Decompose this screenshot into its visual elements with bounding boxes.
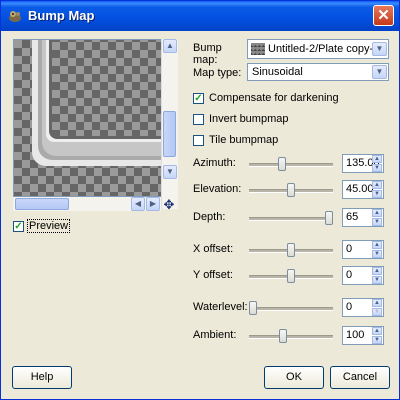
arrow-up-icon: ▲ [166,41,174,50]
preview-checkbox[interactable]: ✓ [13,220,24,232]
ambient-slider-track[interactable] [249,335,333,339]
depth-slider-handle[interactable] [325,211,333,225]
depth-value: 65 [346,211,359,223]
map-type-dropdown-button[interactable]: ▼ [372,65,387,79]
compensate-label: Compensate for darkening [209,92,339,104]
spin-down-icon[interactable]: ▼ [372,336,382,344]
spin-down-icon[interactable]: ▼ [372,190,382,198]
bump-map-dropdown-button[interactable]: ▼ [372,42,387,56]
spin-up-icon[interactable]: ▲ [372,267,382,275]
spin-up-icon[interactable]: ▲ [372,241,382,249]
bump-map-select[interactable]: Untitled-2/Plate copy-88 ▼ [247,39,389,59]
azimuth-label: Azimuth: [193,157,236,169]
window-title: Bump Map [28,8,95,23]
vertical-scroll-thumb[interactable] [163,111,176,157]
map-type-select[interactable]: Sinusoidal ▼ [247,63,389,81]
preview-vertical-scrollbar[interactable]: ▲ ▼ [161,39,178,209]
preview-image-inner [52,40,165,136]
waterlevel-label: Waterlevel: [193,301,248,313]
azimuth-spinbutton[interactable]: 135.00 ▲ ▼ [342,154,384,173]
gimp-icon [9,11,21,22]
dialog-body: ▲ ▼ ◀ ▶ ✥ ✓ Preview Bump map: Untitled-2… [4,31,396,397]
help-button[interactable]: Help [12,366,72,389]
bump-map-row: Bump map: [193,42,249,66]
x_offset-label: X offset: [193,243,234,255]
x_offset-spinbutton[interactable]: 0 ▲ ▼ [342,240,384,259]
horizontal-scroll-thumb[interactable] [15,198,69,210]
ambient-slider-handle[interactable] [279,329,288,343]
preview-toggle[interactable]: ✓ Preview [13,219,71,233]
elevation-label: Elevation: [193,183,242,195]
arrow-down-icon: ▼ [166,167,174,176]
depth-spinbutton[interactable]: 65 ▲ ▼ [342,208,384,227]
spin-down-icon[interactable]: ▼ [372,276,382,284]
map-type-label: Map type: [193,67,242,79]
y_offset-spinbutton[interactable]: 0 ▲ ▼ [342,266,384,285]
spin-up-icon[interactable]: ▲ [372,299,382,307]
y_offset-label: Y offset: [193,269,233,281]
azimuth-slider-handle[interactable] [277,157,286,171]
cancel-button[interactable]: Cancel [330,366,390,389]
azimuth-slider-track[interactable] [249,163,333,167]
spin-down-icon[interactable]: ▼ [372,164,382,172]
close-icon: ✕ [377,7,390,24]
ok-button[interactable]: OK [264,366,324,389]
chevron-down-icon: ▼ [375,44,384,53]
tile-option[interactable]: Tile bumpmap [193,134,278,146]
bump-map-label: Bump map: [193,42,222,66]
spin-down-icon[interactable]: ▼ [372,250,382,258]
depth-slider-track[interactable] [249,217,333,221]
spin-down-icon[interactable]: ▼ [372,308,382,316]
bump-map-dialog: Bump Map ✕ ▲ ▼ ◀ ▶ ✥ ✓ Preview Bump map: [0,0,400,400]
title-bar[interactable]: Bump Map ✕ [1,1,399,31]
ambient-spinbutton[interactable]: 100 ▲ ▼ [342,326,384,345]
depth-label: Depth: [193,211,226,223]
scroll-down-button[interactable]: ▼ [163,165,177,179]
spin-up-icon[interactable]: ▲ [372,181,382,189]
spin-up-icon[interactable]: ▲ [372,209,382,217]
bump-map-value: Untitled-2/Plate copy-88 [268,43,386,55]
invert-checkbox[interactable] [193,113,204,125]
tile-checkbox[interactable] [193,134,204,146]
invert-label: Invert bumpmap [209,113,289,125]
compensate-checkbox[interactable]: ✓ [193,92,204,104]
x_offset-slider-handle[interactable] [287,243,295,257]
spin-up-icon[interactable]: ▲ [372,327,382,335]
waterlevel-value: 0 [346,301,353,313]
tile-label: Tile bumpmap [209,134,279,146]
waterlevel-slider-handle[interactable] [249,301,257,315]
scroll-up-button[interactable]: ▲ [163,39,177,53]
preview-label: Preview [27,219,71,233]
spin-down-icon[interactable]: ▼ [372,218,382,226]
ambient-value: 100 [346,329,365,341]
preview-horizontal-scrollbar[interactable]: ◀ ▶ [13,197,161,211]
spin-up-icon[interactable]: ▲ [372,155,382,163]
arrow-left-icon: ◀ [134,199,142,208]
close-button[interactable]: ✕ [373,5,394,26]
elevation-spinbutton[interactable]: 45.00 ▲ ▼ [342,180,384,199]
layer-thumbnail-icon [251,43,265,55]
scroll-left-button[interactable]: ◀ [131,197,145,211]
navigate-move-icon[interactable]: ✥ [162,198,176,212]
compensate-option[interactable]: ✓ Compensate for darkening [193,92,339,104]
ambient-label: Ambient: [193,329,237,341]
scroll-right-button[interactable]: ▶ [146,197,160,211]
arrow-right-icon: ▶ [149,199,157,208]
elevation-value: 45.00 [346,183,374,195]
waterlevel-slider-track[interactable] [249,307,333,311]
y_offset-value: 0 [346,269,353,281]
elevation-slider-handle[interactable] [287,183,295,197]
invert-option[interactable]: Invert bumpmap [193,113,288,125]
waterlevel-spinbutton[interactable]: 0 ▲ ▼ [342,298,384,317]
chevron-down-icon: ▼ [375,67,384,76]
y_offset-slider-handle[interactable] [287,269,295,283]
x_offset-value: 0 [346,243,353,255]
map-type-value: Sinusoidal [252,66,303,78]
map-type-row: Map type: [193,67,249,79]
preview-canvas[interactable] [13,39,166,197]
